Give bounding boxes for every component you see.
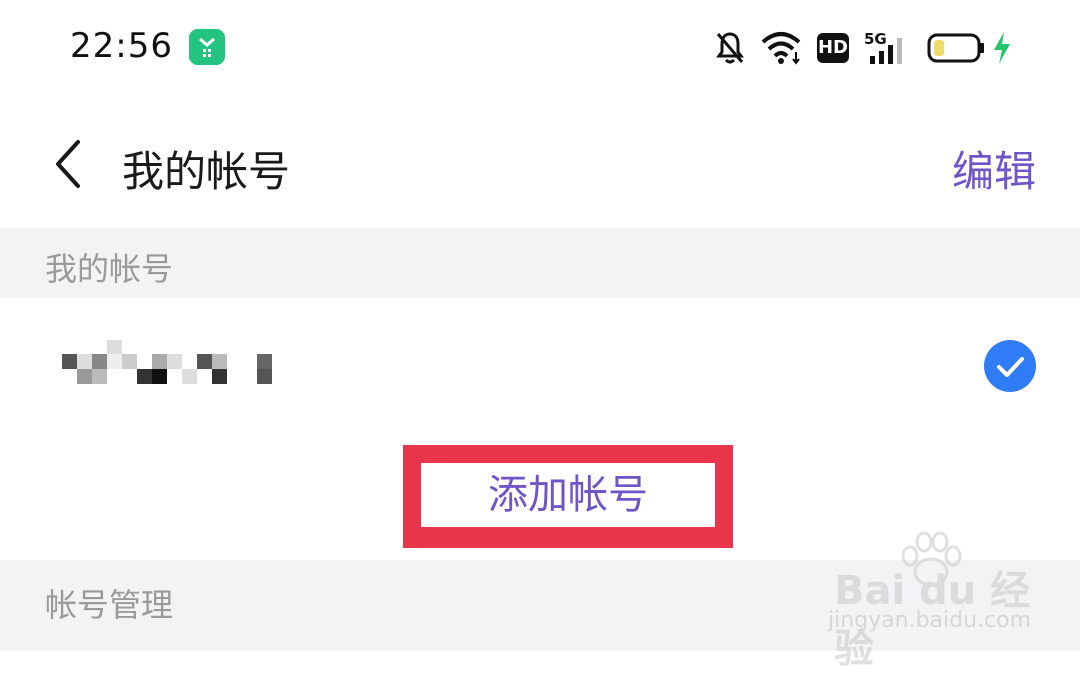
bell-muted-icon: [716, 32, 744, 64]
section-title: 帐号管理: [45, 586, 174, 624]
baidu-jingyan-watermark: Bai du 经验 jingyan.baidu.com: [826, 530, 1056, 672]
highlight-box: 添加帐号: [403, 445, 733, 548]
network-type-label: 5G: [864, 30, 887, 48]
signal-5g-icon: 5G: [864, 30, 902, 64]
account-name-redacted: [62, 340, 282, 388]
battery-icon: [927, 33, 984, 63]
selected-check-icon: [984, 340, 1036, 392]
status-bar: 22:56 HD 5G: [0, 0, 1080, 100]
watermark-url: jingyan.baidu.com: [828, 608, 1032, 633]
section-header-my-accounts: 我的帐号: [0, 228, 1080, 298]
section-title: 我的帐号: [45, 250, 174, 288]
account-list-item[interactable]: [0, 298, 1080, 438]
add-account-button[interactable]: 添加帐号: [421, 463, 715, 527]
status-time: 22:56: [70, 26, 173, 66]
wifi-icon: [761, 32, 801, 65]
app-notification-icon: [189, 29, 225, 65]
edit-button[interactable]: 编辑: [952, 138, 1036, 199]
navigation-bar: 我的帐号 编辑: [0, 100, 1080, 228]
back-arrow-icon[interactable]: [48, 136, 88, 192]
hd-voice-icon: HD: [817, 33, 849, 63]
charging-bolt-icon: [994, 32, 1010, 64]
page-title: 我的帐号: [122, 147, 291, 196]
